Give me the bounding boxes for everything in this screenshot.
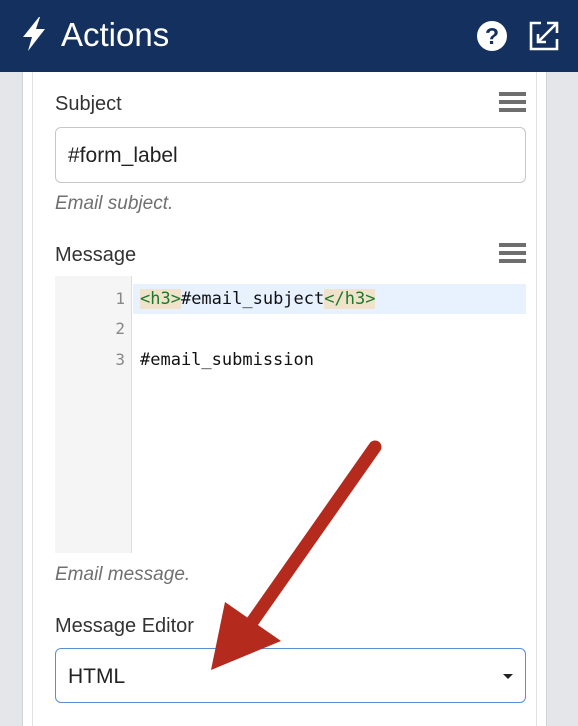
help-icon[interactable]: ? [477, 21, 507, 51]
message-editor-label: Message Editor [55, 615, 194, 637]
bolt-icon [23, 17, 45, 51]
code-text: #email_subject [180, 289, 325, 309]
message-editor-selected-value: HTML [68, 665, 126, 688]
frame-divider [22, 72, 23, 726]
line-number: 3 [115, 350, 125, 369]
frame-divider [546, 72, 547, 726]
html-tag: <h3> [140, 289, 181, 309]
code-line[interactable]: <h3>#email_subject</h3> [140, 284, 376, 314]
panel-header: Actions ? [0, 0, 578, 72]
panel-border [32, 72, 33, 726]
expand-icon[interactable] [527, 19, 561, 53]
panel-border [536, 72, 537, 726]
sidebar-frame-left [0, 72, 22, 726]
line-number: 1 [115, 289, 125, 308]
message-code-editor[interactable]: 1 <h3>#email_subject</h3> 2 3 #email_sub… [55, 276, 526, 553]
subject-menu-icon[interactable] [499, 92, 526, 113]
subject-help-text: Email subject. [55, 193, 174, 214]
subject-label: Subject [55, 93, 122, 115]
panel-title: Actions [61, 16, 170, 53]
subject-input[interactable]: #form_label [55, 127, 526, 183]
message-help-text: Email message. [55, 564, 191, 585]
message-label: Message [55, 244, 137, 266]
code-line[interactable]: #email_submission [140, 345, 314, 375]
line-number: 2 [115, 319, 125, 338]
caret-down-icon [503, 674, 513, 679]
sidebar-frame-right [547, 72, 578, 726]
message-menu-icon[interactable] [499, 243, 526, 264]
html-tag: </h3> [324, 289, 376, 309]
message-editor-select[interactable]: HTML [55, 648, 526, 703]
